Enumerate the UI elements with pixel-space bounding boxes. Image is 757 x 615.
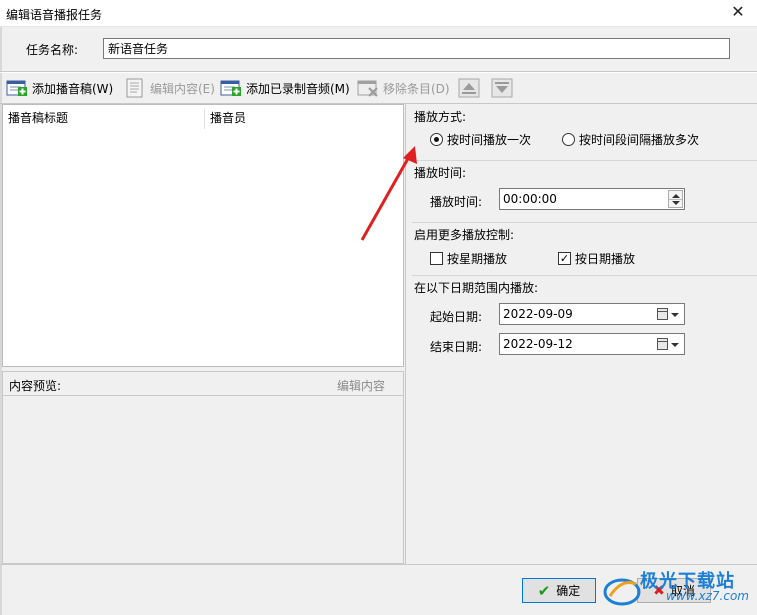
radio-play-interval[interactable]: 按时间段间隔播放多次	[562, 131, 699, 148]
calendar-icon[interactable]	[657, 338, 668, 350]
add-recorded-audio-label: 添加已录制音频(M)	[246, 81, 350, 96]
move-down-button[interactable]	[491, 76, 513, 100]
add-script-button[interactable]: 添加播音稿(W)	[6, 76, 113, 100]
column-header-title[interactable]: 播音稿标题	[3, 105, 68, 131]
edit-content-button[interactable]: 编辑内容(E)	[124, 76, 215, 100]
date-range-title: 在以下日期范围内播放:	[414, 281, 539, 295]
playback-time-spinner[interactable]: 00:00:00	[499, 188, 685, 210]
radio-indicator	[562, 133, 575, 146]
start-date-picker[interactable]: 2022-09-09	[499, 303, 685, 325]
cancel-label: 取消	[670, 584, 695, 598]
add-audio-icon	[220, 78, 242, 98]
toolbar: 添加播音稿(W) 编辑内容(E) 添加已录制音频(M) 移除条目(D)	[0, 73, 757, 103]
radio-play-once-label: 按时间播放一次	[447, 133, 532, 147]
preview-edit-link[interactable]: 编辑内容	[337, 377, 385, 394]
cancel-button[interactable]: ✖ 取消	[637, 578, 711, 603]
radio-play-interval-label: 按时间段间隔播放多次	[579, 133, 700, 147]
checkbox-by-date-label: 按日期播放	[575, 252, 636, 266]
divider	[412, 160, 757, 161]
edit-content-label: 编辑内容(E)	[150, 81, 215, 96]
preview-header: 内容预览: 编辑内容	[2, 371, 404, 396]
window-title: 编辑语音播报任务	[6, 8, 103, 22]
checkbox-by-week[interactable]: 按星期播放	[430, 250, 507, 267]
start-date-label: 起始日期:	[430, 310, 483, 324]
move-up-button[interactable]	[458, 76, 480, 100]
add-script-label: 添加播音稿(W)	[32, 81, 114, 96]
task-name-input[interactable]	[103, 38, 730, 59]
checkbox-box	[430, 252, 443, 265]
close-icon[interactable]: ✕	[725, 1, 751, 25]
remove-item-button[interactable]: 移除条目(D)	[357, 76, 450, 100]
document-edit-icon	[124, 78, 146, 98]
preview-content	[2, 396, 404, 564]
calendar-icon[interactable]	[657, 308, 668, 320]
move-down-icon	[491, 78, 513, 98]
chevron-down-icon[interactable]	[671, 343, 679, 347]
task-name-label: 任务名称:	[26, 43, 79, 57]
add-document-icon	[6, 78, 28, 98]
remove-item-label: 移除条目(D)	[383, 81, 450, 96]
column-header-announcer[interactable]: 播音员	[205, 105, 246, 131]
radio-indicator	[430, 133, 443, 146]
start-date-value: 2022-09-09	[503, 307, 573, 321]
end-date-label: 结束日期:	[430, 340, 483, 354]
chevron-down-icon[interactable]	[671, 313, 679, 317]
checkbox-by-date[interactable]: ✓ 按日期播放	[558, 250, 635, 267]
end-date-value: 2022-09-12	[503, 337, 573, 351]
dialog-footer: ✔ 确定 ✖ 取消	[0, 565, 757, 615]
spinner-arrows-icon[interactable]	[668, 190, 683, 208]
move-up-icon	[458, 78, 480, 98]
checkbox-by-week-label: 按星期播放	[447, 252, 508, 266]
divider	[412, 222, 757, 223]
playback-mode-title: 播放方式:	[414, 110, 467, 124]
remove-item-icon	[357, 78, 379, 98]
script-list[interactable]: 播音稿标题 播音员	[2, 104, 404, 367]
cross-icon: ✖	[653, 582, 665, 599]
playback-settings: 播放方式: 按时间播放一次 按时间段间隔播放多次 播放时间: 播放时间: 00:…	[406, 104, 757, 564]
playback-time-title: 播放时间:	[414, 166, 467, 180]
radio-play-once[interactable]: 按时间播放一次	[430, 131, 531, 148]
playback-time-value: 00:00:00	[503, 192, 557, 206]
checkmark-icon: ✓	[558, 252, 571, 265]
playback-time-label: 播放时间:	[430, 195, 483, 209]
task-name-row: 任务名称:	[0, 27, 757, 71]
end-date-picker[interactable]: 2022-09-12	[499, 333, 685, 355]
add-recorded-audio-button[interactable]: 添加已录制音频(M)	[220, 76, 350, 100]
checkmark-icon: ✔	[537, 581, 551, 600]
more-controls-title: 启用更多播放控制:	[414, 228, 515, 242]
ok-label: 确定	[556, 584, 581, 598]
preview-label: 内容预览:	[9, 379, 62, 393]
title-bar: 编辑语音播报任务 ✕	[0, 0, 757, 27]
ok-button[interactable]: ✔ 确定	[522, 578, 596, 603]
divider	[412, 275, 757, 276]
